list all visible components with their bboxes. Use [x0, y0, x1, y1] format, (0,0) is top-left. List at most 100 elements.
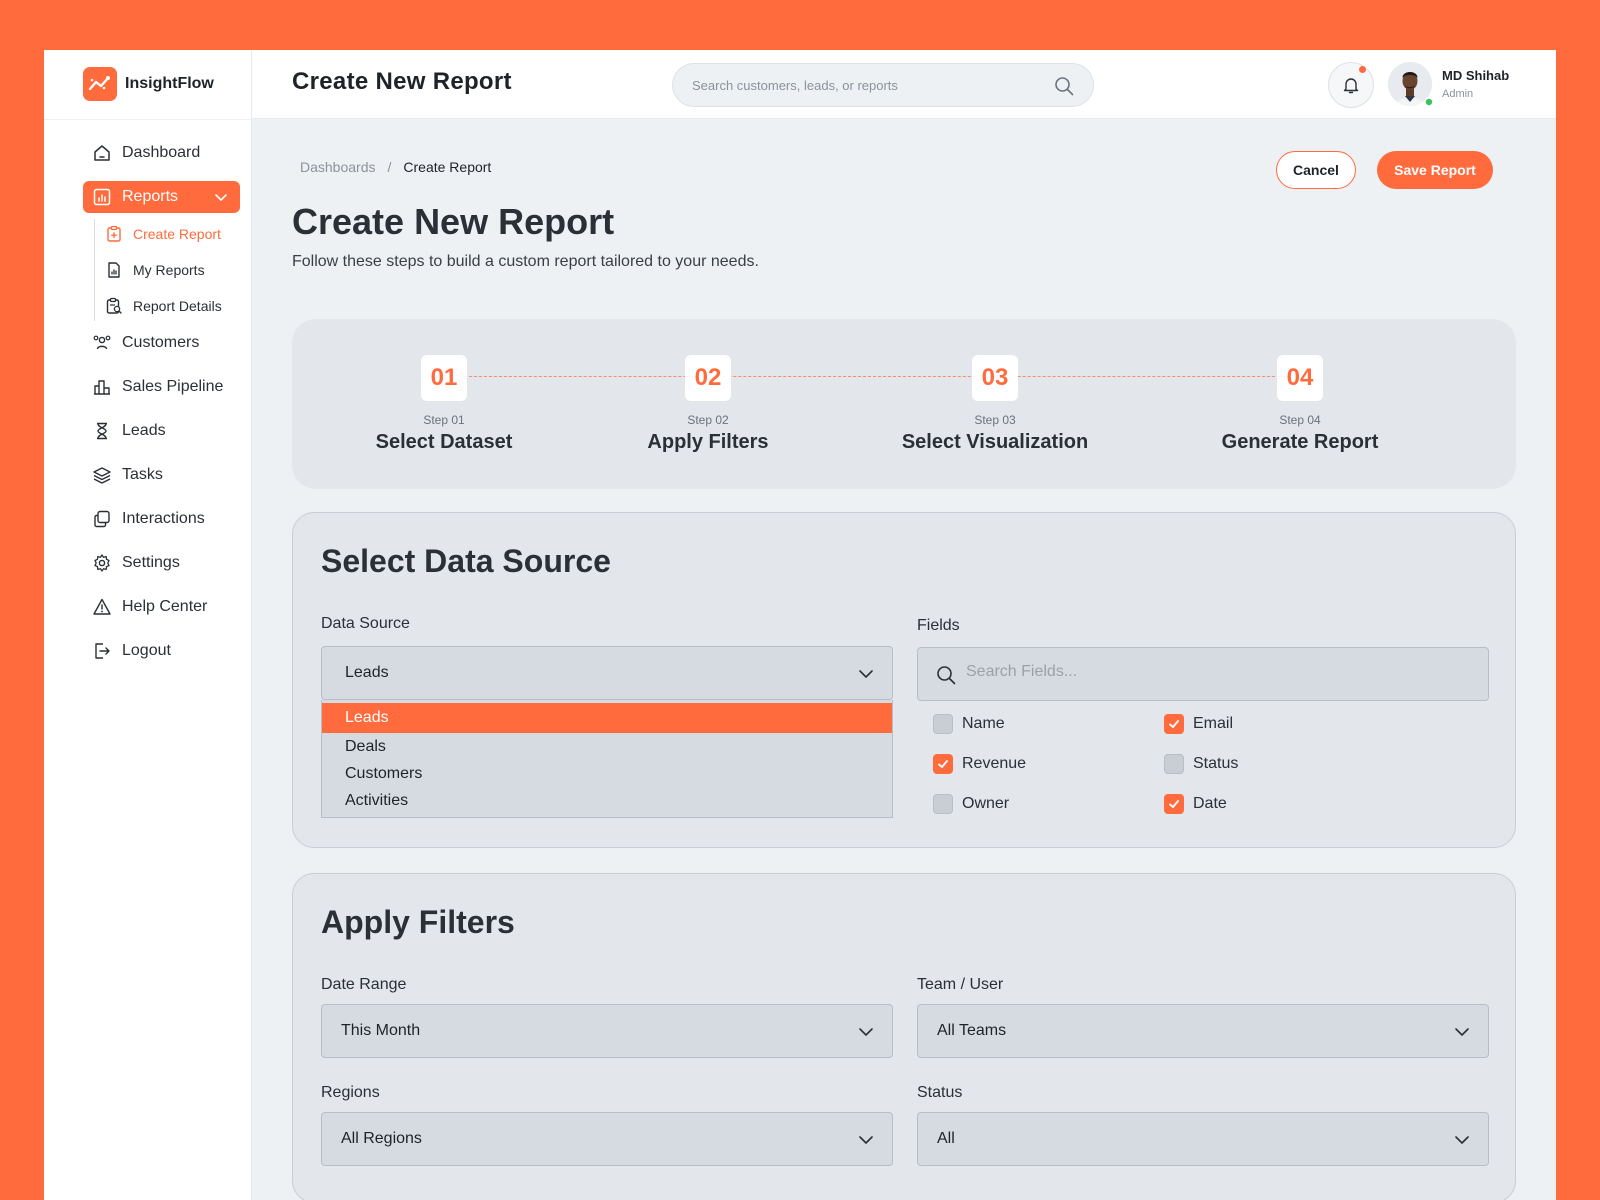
checkbox[interactable]: [933, 714, 953, 734]
dropdown-option-customers[interactable]: Customers: [322, 760, 892, 787]
sidebar-item-logout[interactable]: Logout: [83, 635, 240, 667]
field-checkbox-revenue[interactable]: Revenue: [933, 754, 1026, 774]
checkbox-label: Name: [962, 715, 1005, 732]
sidebar-subitem-label: Create Report: [133, 226, 221, 242]
step-4[interactable]: 04 Step 04 Generate Report: [1184, 355, 1416, 454]
online-status-icon: [1424, 97, 1434, 107]
sidebar-item-help-center[interactable]: Help Center: [83, 591, 240, 623]
fields-search-input[interactable]: Search Fields...: [917, 647, 1489, 701]
top-bar: Create New Report Search customers, lead…: [252, 50, 1556, 119]
data-source-select[interactable]: Leads: [321, 646, 893, 700]
sidebar-subitem-report-details[interactable]: Report Details: [105, 291, 240, 321]
date-range-select[interactable]: This Month: [321, 1004, 893, 1058]
regions-select[interactable]: All Regions: [321, 1112, 893, 1166]
step-label: Step 01: [423, 413, 465, 427]
data-source-label: Data Source: [321, 615, 410, 632]
notification-dot: [1359, 66, 1366, 73]
user-role: Admin: [1442, 88, 1474, 100]
breadcrumb: Dashboards / Create Report: [300, 159, 491, 175]
sidebar-item-label: Sales Pipeline: [122, 378, 224, 395]
sidebar-item-dashboard[interactable]: Dashboard: [83, 137, 240, 169]
section-title: Apply Filters: [321, 904, 515, 940]
chevron-down-icon: [859, 1028, 873, 1036]
field-checkbox-owner[interactable]: Owner: [933, 794, 1009, 814]
save-report-button[interactable]: Save Report: [1377, 151, 1493, 189]
search-icon: [937, 666, 956, 685]
step-label: Step 02: [687, 413, 729, 427]
logo-icon: [83, 67, 117, 101]
brand-logo[interactable]: InsightFlow: [83, 67, 214, 101]
sidebar-item-settings[interactable]: Settings: [83, 547, 240, 579]
sidebar-item-label: Customers: [122, 334, 200, 351]
checkbox-checked[interactable]: [1164, 794, 1184, 814]
step-number: 03: [972, 355, 1018, 401]
bell-icon: [1343, 78, 1359, 94]
fields-label: Fields: [917, 617, 960, 634]
notifications-button[interactable]: [1328, 62, 1374, 108]
page-subtitle: Follow these steps to build a custom rep…: [292, 253, 759, 270]
search-icon[interactable]: [1053, 75, 1075, 97]
step-1[interactable]: 01 Step 01 Select Dataset: [334, 355, 554, 454]
bar-chart-icon: [94, 380, 110, 395]
sidebar-item-label: Tasks: [122, 466, 163, 483]
sidebar-item-tasks[interactable]: Tasks: [83, 459, 240, 491]
warning-icon: [93, 598, 111, 615]
chevron-down-icon: [859, 1136, 873, 1144]
checkbox-label: Email: [1193, 715, 1234, 732]
breadcrumb-current: Create Report: [403, 159, 492, 175]
checkbox[interactable]: [933, 794, 953, 814]
sidebar-divider: [44, 119, 252, 120]
field-checkbox-email[interactable]: Email: [1164, 714, 1233, 734]
copy-icon: [94, 510, 110, 528]
cancel-button[interactable]: Cancel: [1276, 151, 1356, 189]
layers-icon: [93, 467, 111, 484]
dropdown-option-deals[interactable]: Deals: [322, 733, 892, 760]
page-title: Create New Report: [292, 201, 615, 242]
check-icon: [1169, 720, 1179, 728]
status-label: Status: [917, 1084, 963, 1101]
sidebar-item-sales-pipeline[interactable]: Sales Pipeline: [83, 371, 240, 403]
global-search-input[interactable]: Search customers, leads, or reports: [672, 63, 1094, 107]
step-label: Step 04: [1279, 413, 1321, 427]
logout-icon: [95, 643, 110, 659]
checkbox-checked[interactable]: [1164, 714, 1184, 734]
step-number: 04: [1277, 355, 1323, 401]
step-label: Step 03: [974, 413, 1016, 427]
search-placeholder: Search customers, leads, or reports: [692, 78, 898, 93]
field-checkbox-status[interactable]: Status: [1164, 754, 1238, 774]
sidebar-item-leads[interactable]: Leads: [83, 415, 240, 447]
chevron-down-icon[interactable]: [214, 190, 228, 204]
brand-name: InsightFlow: [125, 75, 214, 92]
status-value: All: [937, 1130, 955, 1147]
data-source-card: Select Data Source Data Source Leads Lea…: [292, 512, 1516, 848]
sidebar-item-label: Dashboard: [122, 144, 201, 161]
checkbox[interactable]: [1164, 754, 1184, 774]
reports-subnav: Create Report My Reports Report Details: [94, 219, 240, 321]
breadcrumb-parent-link[interactable]: Dashboards: [300, 159, 376, 175]
sidebar-item-interactions[interactable]: Interactions: [83, 503, 240, 535]
chevron-down-icon: [1455, 1028, 1469, 1036]
sidebar-subitem-create-report[interactable]: Create Report: [105, 219, 240, 249]
checkbox-label: Date: [1193, 795, 1227, 812]
data-source-value: Leads: [345, 664, 389, 681]
checkbox-label: Owner: [962, 795, 1010, 812]
dropdown-option-activities[interactable]: Activities: [322, 787, 892, 814]
sidebar-item-label: Settings: [122, 554, 180, 571]
checkbox-checked[interactable]: [933, 754, 953, 774]
sidebar-item-customers[interactable]: Customers: [83, 327, 240, 359]
dropdown-option-leads[interactable]: Leads: [322, 703, 892, 733]
sidebar-subitem-my-reports[interactable]: My Reports: [105, 255, 240, 285]
check-icon: [1169, 800, 1179, 808]
team-user-select[interactable]: All Teams: [917, 1004, 1489, 1058]
user-name[interactable]: MD Shihab: [1442, 68, 1509, 83]
sidebar-item-reports[interactable]: Reports: [83, 181, 240, 213]
breadcrumb-separator: /: [387, 159, 392, 175]
field-checkbox-name[interactable]: Name: [933, 714, 1005, 734]
step-3[interactable]: 03 Step 03 Select Visualization: [875, 355, 1115, 454]
status-select[interactable]: All: [917, 1112, 1489, 1166]
sidebar-item-label: Leads: [122, 422, 166, 439]
field-checkbox-date[interactable]: Date: [1164, 794, 1227, 814]
users-icon: [93, 335, 111, 350]
step-2[interactable]: 02 Step 02 Apply Filters: [598, 355, 818, 454]
check-icon: [938, 760, 948, 768]
